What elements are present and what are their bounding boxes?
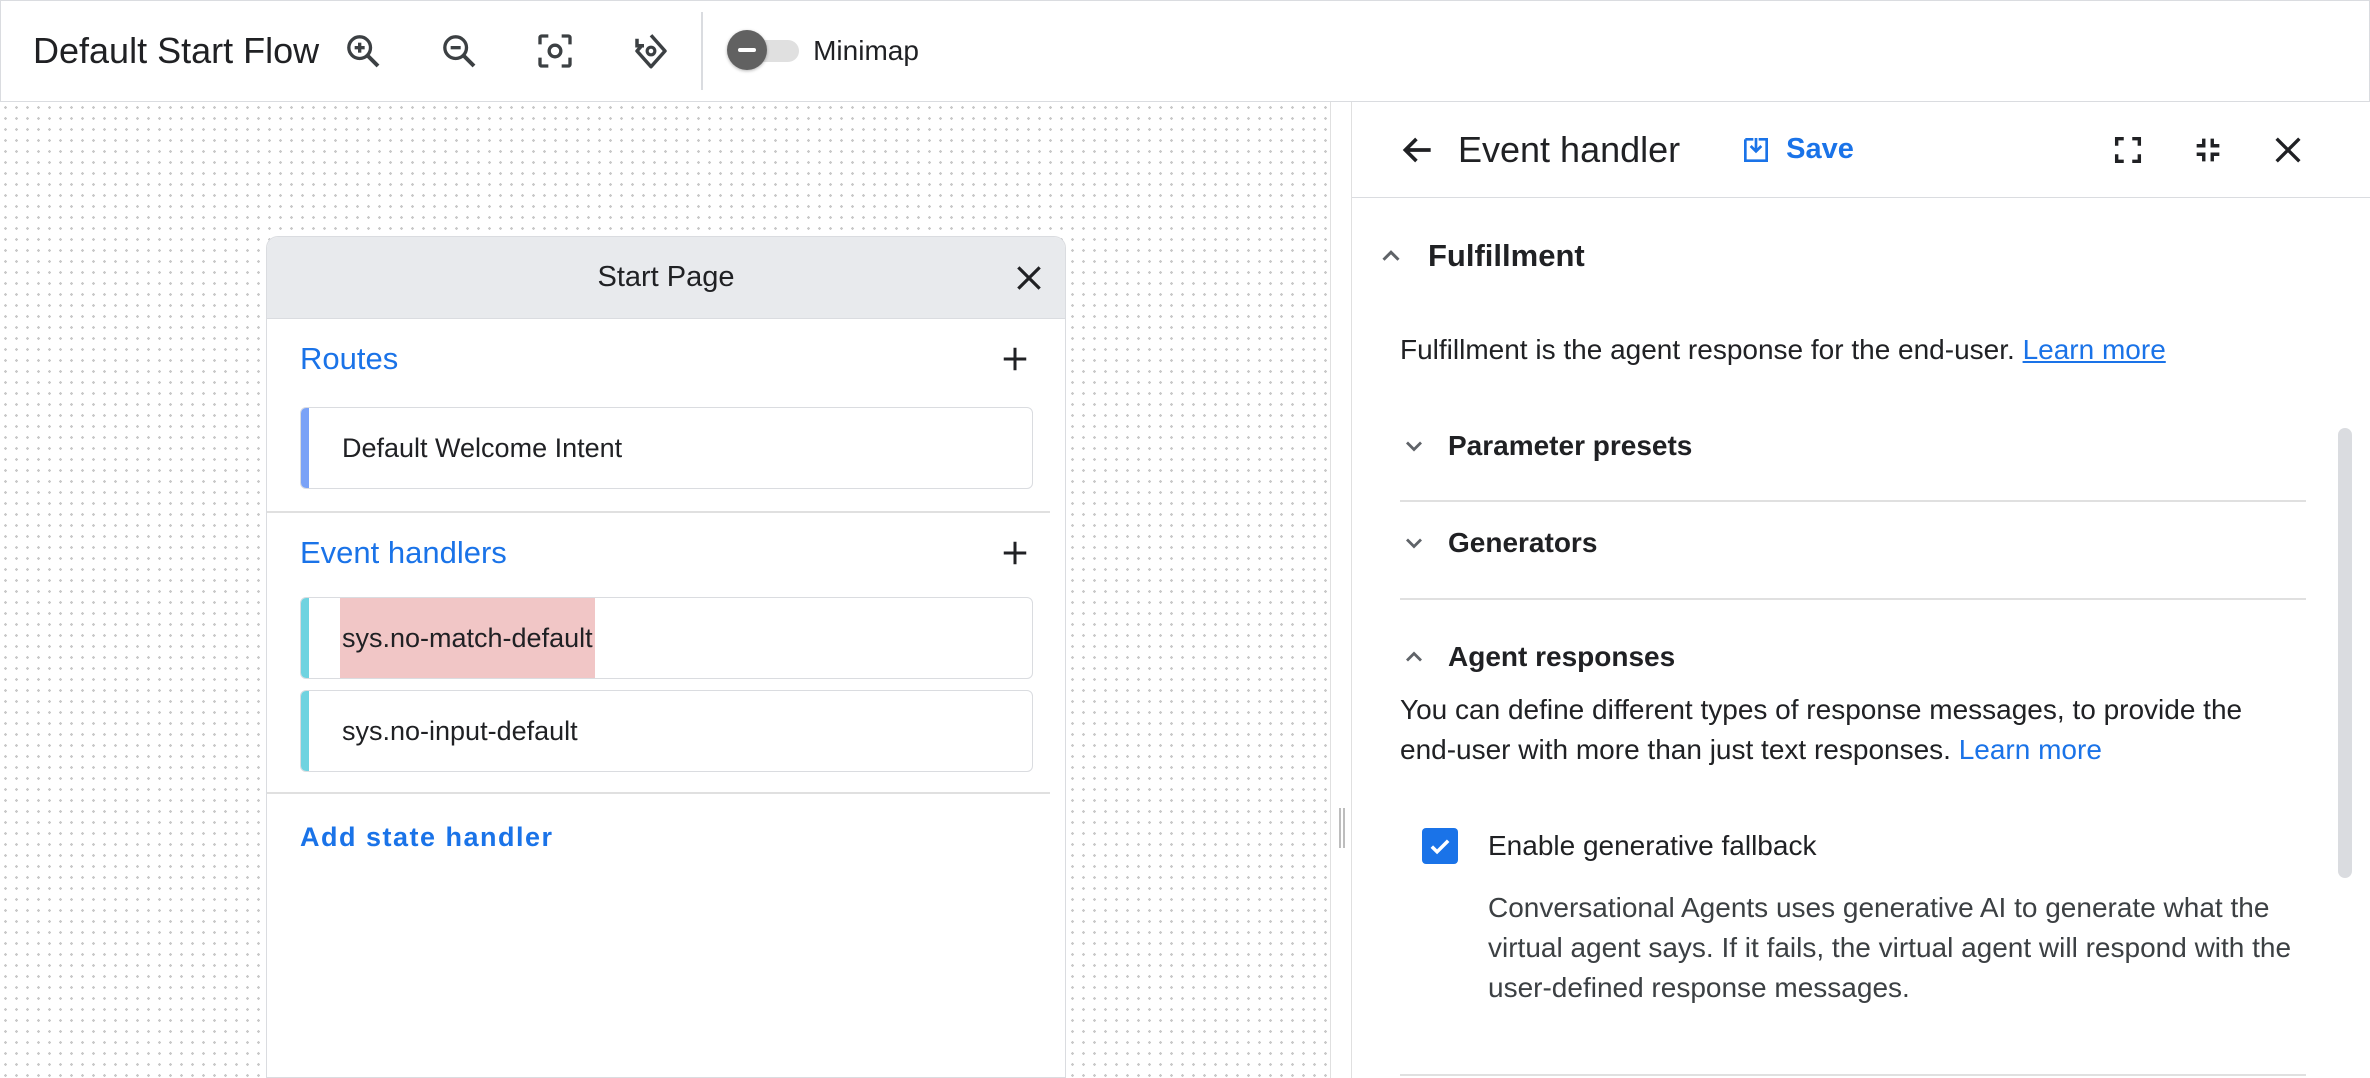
minimap-label: Minimap: [813, 35, 919, 66]
chevron-up-icon: [1406, 651, 1422, 662]
event-handler-item[interactable]: sys.no-input-default: [300, 690, 1033, 772]
card-title: Start Page: [597, 261, 735, 293]
zoom-out-button[interactable]: [429, 21, 489, 81]
routes-title: Routes: [300, 341, 399, 376]
fullscreen-exit-icon: [2196, 138, 2220, 162]
panel-header-actions: [2102, 124, 2314, 176]
agent-responses-description-text: You can define different types of respon…: [1400, 694, 2243, 765]
save-icon: [1744, 137, 1769, 162]
section-divider: [1400, 1074, 2306, 1076]
generative-fallback-row: Enable generative fallback: [1422, 828, 1816, 864]
flow-title: Default Start Flow: [33, 30, 320, 71]
close-panel-button[interactable]: [2262, 124, 2314, 176]
generative-fallback-checkbox[interactable]: [1422, 828, 1458, 864]
event-handler-label: sys.no-input-default: [342, 716, 578, 746]
panel-body[interactable]: Fulfillment Fulfillment is the agent res…: [1352, 198, 2352, 1078]
plus-icon: [1003, 541, 1027, 565]
route-item[interactable]: Default Welcome Intent: [300, 407, 1033, 489]
toolbar-divider: [701, 12, 704, 90]
agent-responses-header[interactable]: Agent responses: [1400, 641, 2306, 673]
panel-resize-handle[interactable]: [1330, 102, 1352, 1078]
fit-view-button[interactable]: [525, 21, 585, 81]
generators-header[interactable]: Generators: [1400, 527, 2306, 559]
fullscreen-icon: [2114, 136, 2142, 164]
agent-responses-title: Agent responses: [1448, 641, 1676, 672]
save-button[interactable]: Save: [1740, 133, 1854, 166]
learn-more-link[interactable]: Learn more: [1959, 734, 2102, 765]
reset-rotate-button[interactable]: [621, 21, 681, 81]
generative-fallback-label: Enable generative fallback: [1488, 830, 1817, 861]
drag-handle-icon: [1339, 808, 1345, 848]
panel-scrollbar[interactable]: [2338, 428, 2352, 878]
learn-more-link[interactable]: Learn more: [2023, 334, 2166, 365]
agent-responses-description: You can define different types of respon…: [1400, 690, 2300, 770]
chevron-down-icon: [1406, 538, 1422, 549]
fullscreen-button[interactable]: [2102, 124, 2154, 176]
chevron-up-icon: [1382, 250, 1400, 261]
accordion-divider: [1400, 598, 2306, 600]
check-icon: [1430, 839, 1450, 855]
parameter-presets-header[interactable]: Parameter presets: [1400, 430, 2306, 462]
panel-title: Event handler: [1458, 128, 1681, 170]
event-accent-bar: [301, 598, 309, 678]
zoom-in-icon: [347, 35, 380, 68]
start-page-card: Start Page Routes Default Welcome Intent…: [266, 236, 1066, 1078]
add-route-button[interactable]: [993, 337, 1037, 381]
fit-view-icon: [538, 34, 572, 68]
fulfillment-description-text: Fulfillment is the agent response for th…: [1400, 334, 2015, 365]
route-accent-bar: [301, 408, 309, 488]
close-icon: [1017, 266, 1041, 290]
card-header: Start Page: [267, 237, 1065, 319]
generators-title: Generators: [1448, 527, 1598, 558]
zoom-in-button[interactable]: [333, 21, 393, 81]
event-handler-panel: Event handler Save Fulfillment Fulfillme…: [1352, 102, 2370, 1078]
event-handler-item[interactable]: sys.no-match-default: [300, 597, 1033, 679]
collapse-button[interactable]: [2182, 124, 2234, 176]
parameter-presets-title: Parameter presets: [1448, 430, 1693, 461]
add-state-handler-button[interactable]: Add state handler: [300, 822, 1065, 853]
save-label: Save: [1786, 133, 1854, 165]
add-event-handler-button[interactable]: [993, 531, 1037, 575]
event-handler-label: sys.no-match-default: [340, 598, 595, 678]
reset-rotate-icon: [635, 34, 667, 69]
event-handlers-title: Event handlers: [300, 535, 507, 570]
generative-fallback-description: Conversational Agents uses generative AI…: [1488, 892, 2292, 1003]
fulfillment-description: Fulfillment is the agent response for th…: [1400, 334, 2166, 366]
close-icon: [2275, 137, 2301, 163]
routes-section-header: Routes: [267, 337, 1065, 381]
top-toolbar: Default Start Flow Minimap: [0, 0, 2370, 102]
event-accent-bar: [301, 691, 309, 771]
toggle-off-icon: [727, 30, 768, 70]
card-close-button[interactable]: [1007, 256, 1051, 300]
zoom-out-icon: [443, 35, 476, 68]
panel-header: Event handler Save: [1352, 102, 2370, 198]
event-handlers-section-header: Event handlers: [267, 531, 1065, 575]
plus-icon: [1003, 347, 1027, 371]
fulfillment-title: Fulfillment: [1428, 238, 1585, 273]
fulfillment-header[interactable]: Fulfillment: [1376, 238, 1585, 274]
minimap-toggle[interactable]: [727, 30, 800, 70]
arrow-back-icon: [1402, 137, 1431, 162]
back-button[interactable]: [1392, 124, 1444, 176]
accordion-divider: [1400, 500, 2306, 502]
chevron-down-icon: [1406, 441, 1422, 452]
route-item-label: Default Welcome Intent: [342, 433, 623, 463]
